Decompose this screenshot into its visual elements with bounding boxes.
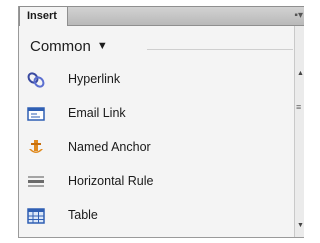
scroll-up-arrow-icon[interactable]: ▲ [297,70,304,77]
panel-titlebar: Insert ▪▾ [19,6,304,26]
named-anchor-icon [27,139,45,157]
tab-insert[interactable]: Insert [19,6,68,26]
panel-menu-icon[interactable]: ▪▾ [294,11,303,21]
item-label: Named Anchor [68,140,151,154]
insert-item-table[interactable]: Table [19,204,295,238]
email-link-icon [27,105,45,123]
table-icon [27,207,45,225]
insert-item-named-anchor[interactable]: Named Anchor [19,136,295,170]
item-label: Horizontal Rule [68,174,154,188]
chevron-down-icon: ▼ [96,40,108,52]
screenshot-frame: Insert ▪▾ Common ▼ Hyperlink Email Link … [0,0,304,243]
item-label: Email Link [68,106,126,120]
insert-item-hyperlink[interactable]: Hyperlink [19,68,295,102]
hyperlink-icon [27,71,45,89]
horizontal-rule-icon [27,173,45,191]
item-label: Table [68,208,98,222]
scroll-thumb[interactable]: ≡ [296,102,303,112]
insert-item-email-link[interactable]: Email Link [19,102,295,136]
insert-panel: Insert ▪▾ Common ▼ Hyperlink Email Link … [18,6,304,238]
scroll-down-arrow-icon[interactable]: ▼ [297,222,304,229]
vertical-scrollbar[interactable]: ▲ ≡ ▼ [294,26,304,237]
category-dropdown[interactable]: Common ▼ [30,38,108,55]
category-label: Common [30,38,91,55]
insert-item-horizontal-rule[interactable]: Horizontal Rule [19,170,295,204]
category-divider [147,49,293,50]
item-label: Hyperlink [68,72,121,86]
